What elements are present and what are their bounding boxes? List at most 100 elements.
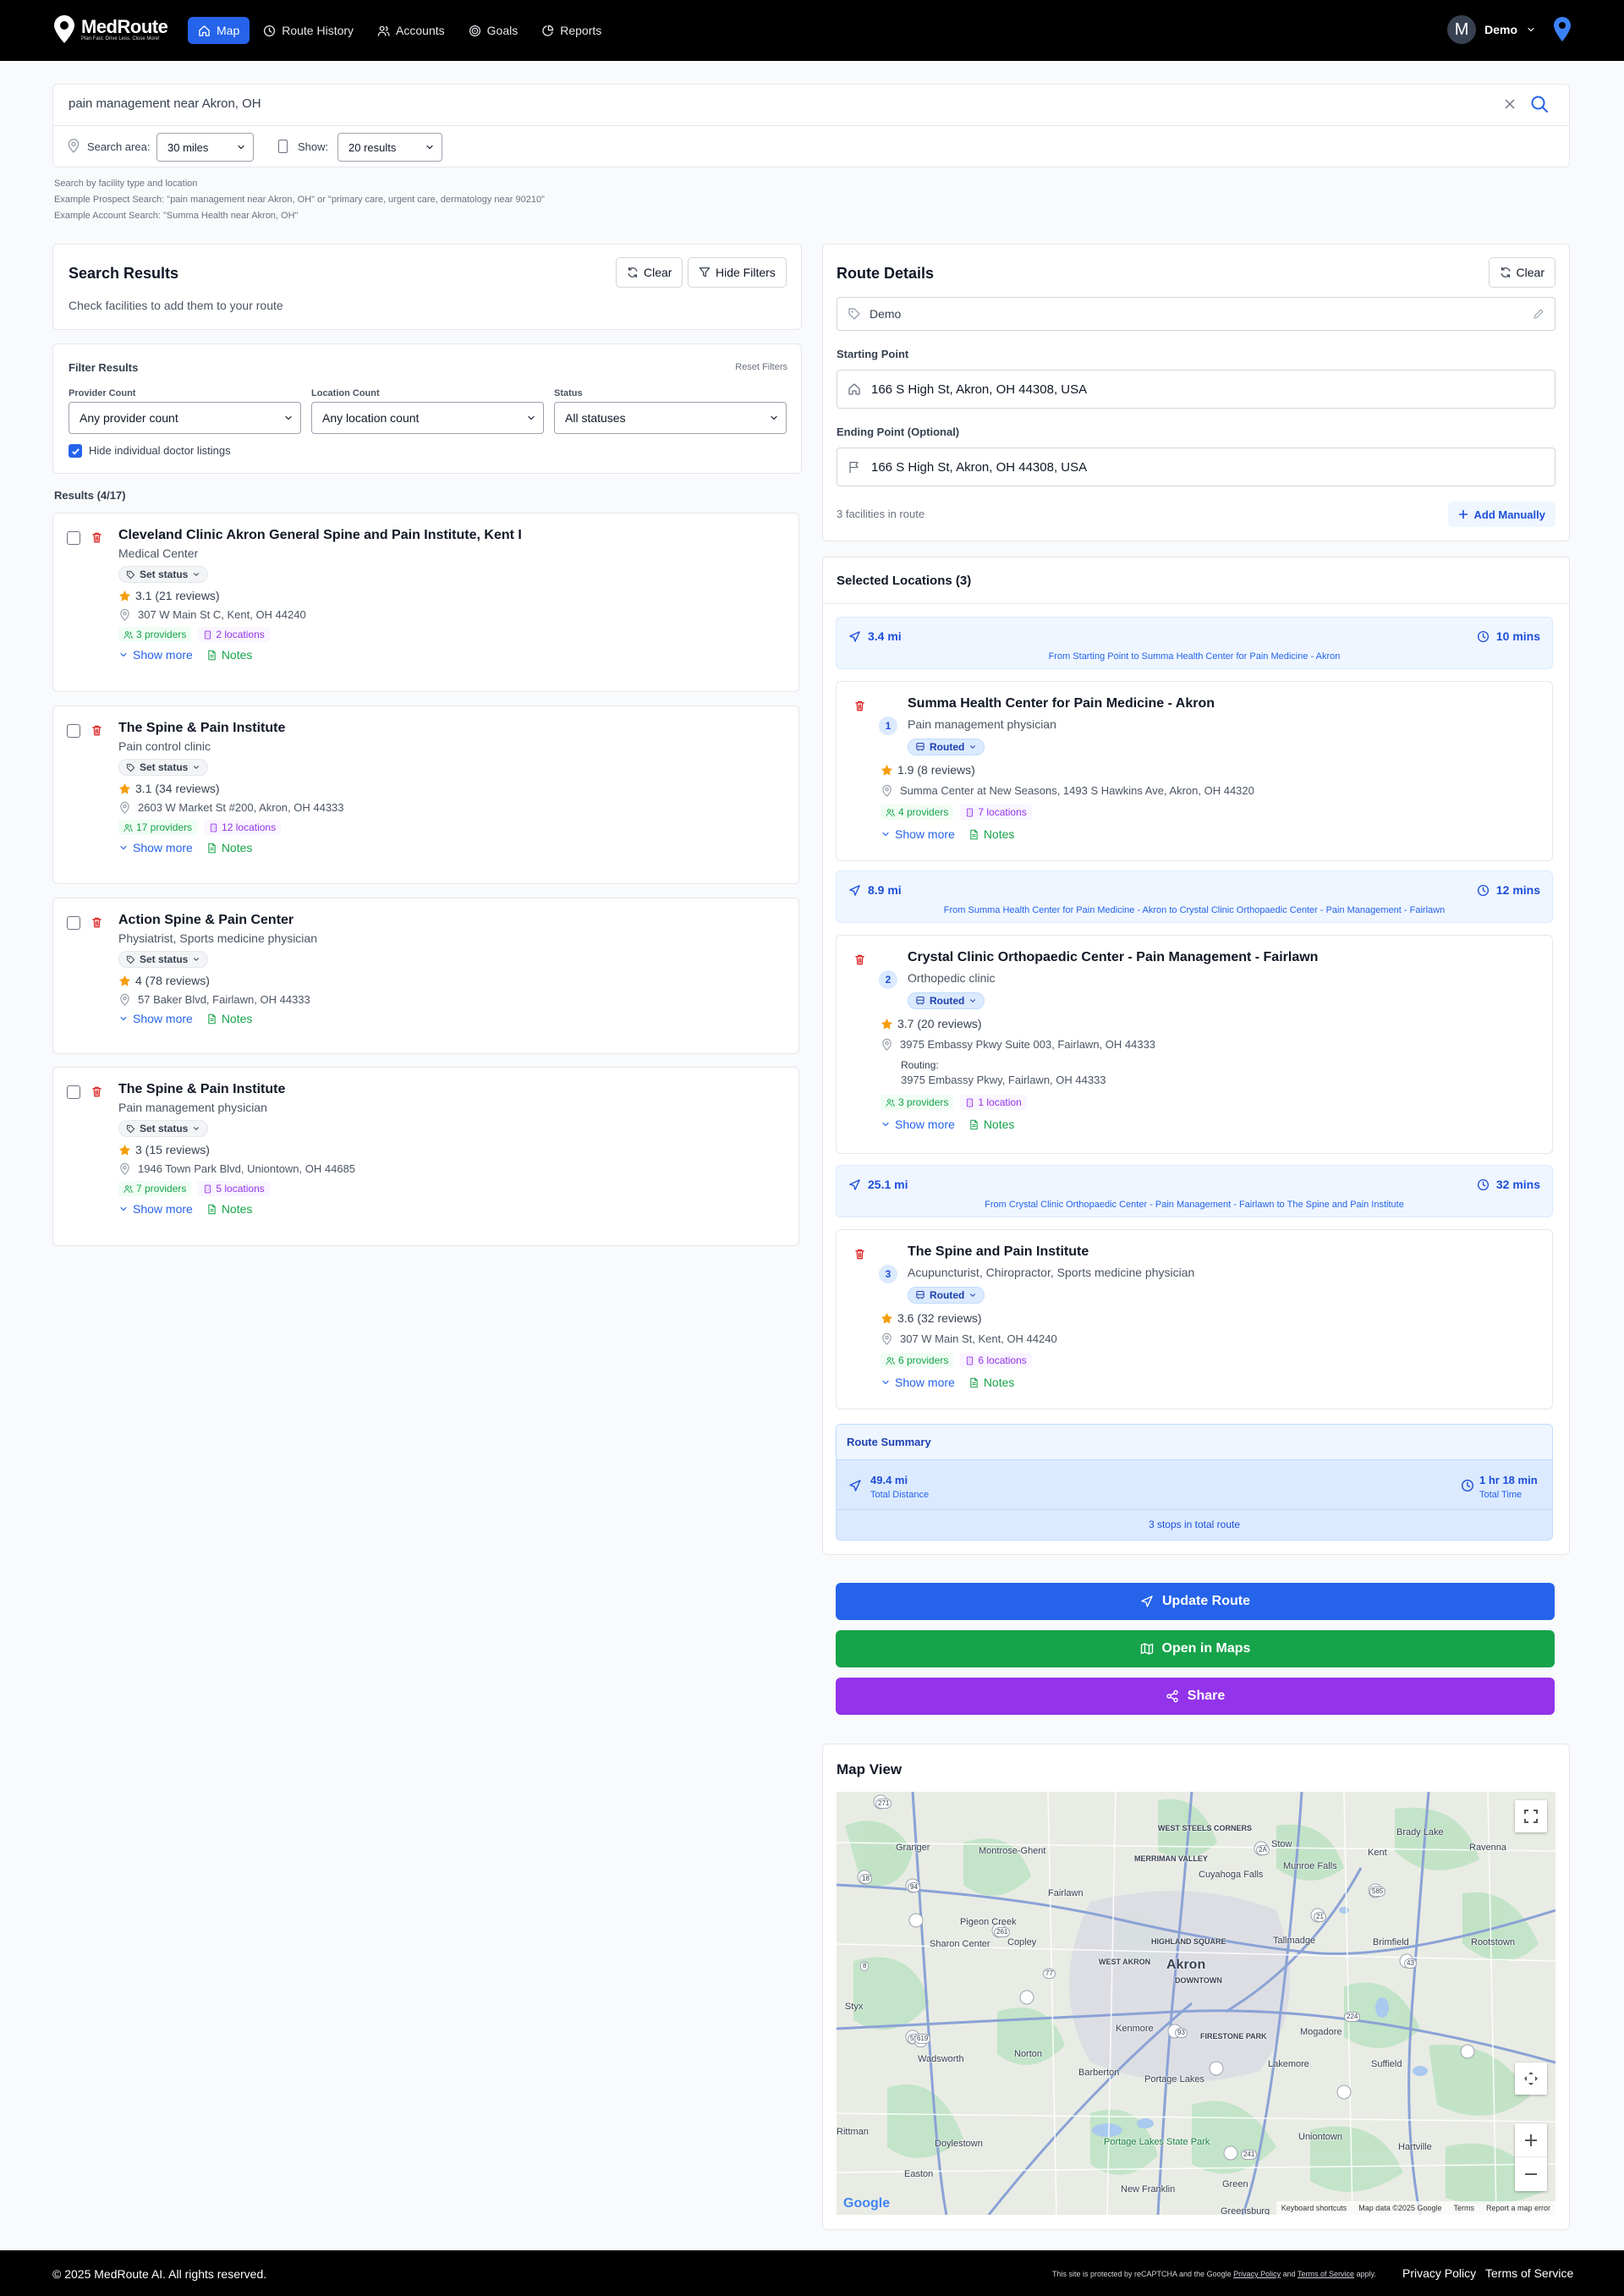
map-place-label: Brimfield	[1373, 1937, 1409, 1947]
search-area-select[interactable]: 30 miles	[156, 133, 254, 162]
result-title[interactable]: The Spine & Pain Institute	[118, 1082, 355, 1097]
result-checkbox[interactable]	[67, 1085, 80, 1099]
show-more-button[interactable]: Show more	[118, 1202, 193, 1216]
show-more-button[interactable]: Show more	[118, 648, 193, 662]
trash-icon[interactable]	[853, 1248, 866, 1261]
locations-badge[interactable]: 12 locations	[204, 820, 282, 835]
edit-icon[interactable]	[1533, 308, 1544, 320]
home-icon	[198, 25, 211, 37]
result-title[interactable]: Action Spine & Pain Center	[118, 913, 317, 928]
footer-privacy-link[interactable]: Privacy Policy	[1402, 2266, 1476, 2280]
trash-icon[interactable]	[853, 953, 866, 966]
starting-point-field[interactable]: 166 S High St, Akron, OH 44308, USA	[837, 370, 1555, 409]
result-checkbox[interactable]	[67, 724, 80, 738]
result-title[interactable]: Cleveland Clinic Akron General Spine and…	[118, 528, 522, 543]
recaptcha-terms-link[interactable]: Terms of Service	[1298, 2270, 1354, 2278]
providers-badge[interactable]: 4 providers	[881, 805, 954, 820]
routed-status-button[interactable]: Routed	[908, 739, 985, 755]
result-checkbox[interactable]	[67, 531, 80, 545]
clock-icon	[1477, 1178, 1490, 1191]
trash-icon[interactable]	[853, 700, 866, 712]
nav-goals[interactable]: Goals	[458, 17, 529, 44]
locations-badge[interactable]: 2 locations	[198, 627, 270, 642]
providers-badge[interactable]: 3 providers	[881, 1095, 954, 1110]
notes-button[interactable]: Notes	[206, 841, 252, 854]
nav-accounts[interactable]: Accounts	[367, 17, 455, 44]
terms-link[interactable]: Terms	[1453, 2204, 1474, 2212]
stop-title[interactable]: Summa Health Center for Pain Medicine - …	[908, 696, 1215, 711]
notes-button[interactable]: Notes	[968, 1118, 1014, 1131]
ending-point-field[interactable]: 166 S High St, Akron, OH 44308, USA	[837, 448, 1555, 486]
user-menu[interactable]: M Demo	[1447, 15, 1572, 44]
fullscreen-button[interactable]	[1515, 1800, 1547, 1832]
locations-badge[interactable]: 6 locations	[960, 1353, 1032, 1368]
zoom-in-button[interactable]	[1515, 2123, 1547, 2157]
providers-badge[interactable]: 6 providers	[881, 1353, 954, 1368]
result-checkbox[interactable]	[67, 916, 80, 930]
status-select[interactable]: All statuses	[554, 402, 787, 434]
brand-logo[interactable]: MedRoute Plan Fast. Drive Less. Close Mo…	[52, 15, 168, 44]
providers-badge[interactable]: 7 providers	[118, 1181, 192, 1196]
result-title[interactable]: The Spine & Pain Institute	[118, 721, 344, 736]
search-icon[interactable]	[1530, 95, 1549, 113]
clear-results-button[interactable]: Clear	[616, 257, 683, 288]
footer-terms-link[interactable]: Terms of Service	[1485, 2266, 1573, 2280]
show-more-button[interactable]: Show more	[118, 1012, 193, 1025]
set-status-button[interactable]: Set status	[118, 759, 209, 776]
locations-badge[interactable]: 1 location	[960, 1095, 1027, 1110]
results-count-select[interactable]: 20 results	[337, 133, 442, 162]
share-button[interactable]: Share	[836, 1678, 1555, 1715]
show-more-button[interactable]: Show more	[881, 827, 955, 841]
location-pin-icon[interactable]	[1553, 17, 1572, 42]
keyboard-shortcuts-link[interactable]: Keyboard shortcuts	[1281, 2204, 1347, 2212]
routed-status-button[interactable]: Routed	[908, 992, 985, 1009]
show-more-button[interactable]: Show more	[881, 1118, 955, 1131]
notes-button[interactable]: Notes	[206, 648, 252, 662]
locations-badge[interactable]: 7 locations	[960, 805, 1032, 820]
trash-icon[interactable]	[91, 1085, 103, 1098]
location-count-select[interactable]: Any location count	[311, 402, 544, 434]
route-name-field[interactable]: Demo	[837, 297, 1555, 331]
routed-status-button[interactable]: Routed	[908, 1287, 985, 1304]
update-route-button[interactable]: Update Route	[836, 1583, 1555, 1620]
map-place-label: Brady Lake	[1396, 1827, 1444, 1837]
trash-icon[interactable]	[91, 531, 103, 544]
provider-count-select[interactable]: Any provider count	[69, 402, 301, 434]
set-status-button[interactable]: Set status	[118, 566, 209, 583]
rotate-camera-button[interactable]	[1515, 2063, 1547, 2095]
show-more-button[interactable]: Show more	[118, 841, 193, 854]
hide-filters-button[interactable]: Hide Filters	[688, 257, 787, 288]
clear-search-icon[interactable]	[1503, 97, 1517, 111]
providers-badge[interactable]: 3 providers	[118, 627, 192, 642]
recaptcha-privacy-link[interactable]: Privacy Policy	[1233, 2270, 1281, 2278]
notes-button[interactable]: Notes	[968, 1376, 1014, 1389]
map-place-label: Cuyahoga Falls	[1199, 1870, 1264, 1880]
stop-title[interactable]: The Spine and Pain Institute	[908, 1244, 1089, 1260]
locations-badge[interactable]: 5 locations	[198, 1181, 270, 1196]
add-manually-button[interactable]: Add Manually	[1448, 502, 1555, 527]
notes-button[interactable]: Notes	[206, 1202, 252, 1216]
trash-icon[interactable]	[91, 724, 103, 737]
hide-doctors-checkbox[interactable]	[69, 444, 82, 458]
show-more-button[interactable]: Show more	[881, 1376, 955, 1389]
map-pin-icon	[118, 801, 131, 814]
nav-route-history[interactable]: Route History	[253, 17, 364, 44]
set-status-button[interactable]: Set status	[118, 951, 209, 968]
report-map-error-link[interactable]: Report a map error	[1486, 2204, 1550, 2212]
reset-filters-link[interactable]: Reset Filters	[735, 362, 787, 372]
trash-icon[interactable]	[91, 916, 103, 929]
nav-map[interactable]: Map	[188, 17, 250, 44]
providers-badge[interactable]: 17 providers	[118, 820, 198, 835]
open-in-maps-button[interactable]: Open in Maps	[836, 1630, 1555, 1667]
clear-route-button[interactable]: Clear	[1488, 257, 1555, 288]
stop-title[interactable]: Crystal Clinic Orthopaedic Center - Pain…	[908, 950, 1318, 965]
set-status-button[interactable]: Set status	[118, 1120, 209, 1137]
search-input[interactable]: pain management near Akron, OH	[69, 96, 261, 111]
notes-button[interactable]: Notes	[968, 827, 1014, 841]
zoom-out-button[interactable]	[1515, 2157, 1547, 2191]
nav-reports[interactable]: Reports	[531, 17, 612, 44]
map-place-label: Norton	[1014, 2049, 1043, 2059]
notes-button[interactable]: Notes	[206, 1012, 252, 1025]
leg-time: 32 mins	[1495, 1178, 1540, 1191]
map-canvas[interactable]: Granger Montrose-Ghent West Steels Corners…	[837, 1792, 1555, 2215]
